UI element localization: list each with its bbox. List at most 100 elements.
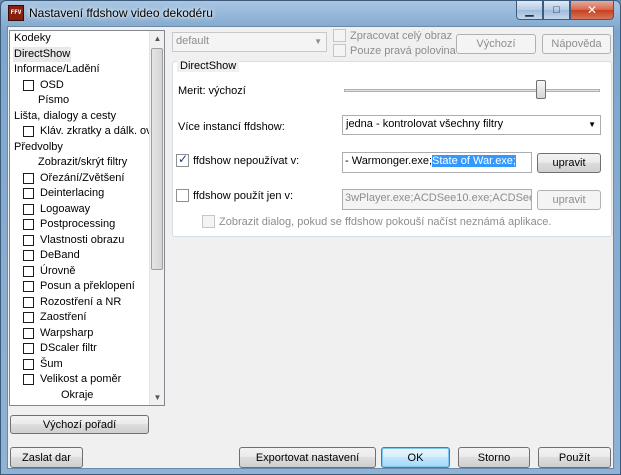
right-half-checkbox[interactable]: Pouze pravá polovina <box>333 44 456 57</box>
process-whole-label: Zpracovat celý obraz <box>350 29 453 42</box>
tree-item[interactable]: Warpsharp <box>10 326 150 342</box>
tree-item-label: Velikost a poměr <box>40 373 122 385</box>
tree-item-label: Postprocessing <box>40 218 116 230</box>
tree-list: Kodeky DirectShow Informace/Ladění OSD Písmo… <box>10 31 150 403</box>
tree-item[interactable]: Posun a překlopení <box>10 279 150 295</box>
tree-item-checkbox[interactable] <box>23 327 34 339</box>
tree-item-checkbox[interactable] <box>23 358 34 370</box>
unknown-app-dialog-label: Zobrazit dialog, pokud se ffdshow pokouš… <box>219 215 552 228</box>
tree-item[interactable]: Informace/Ladění <box>10 62 150 78</box>
tree-item-label: Informace/Ladění <box>14 63 100 75</box>
dontuse-edit-button[interactable]: upravit <box>537 153 601 173</box>
window-title: Nastavení ffdshow video dekodéru <box>29 6 213 20</box>
tree-item-label: Předvolby <box>14 140 63 153</box>
tree-item-checkbox[interactable] <box>23 312 34 323</box>
scroll-thumb[interactable] <box>151 48 163 270</box>
export-settings-button[interactable]: Exportovat nastavení <box>239 447 376 468</box>
tree-scrollbar[interactable]: ▲ ▼ <box>149 31 164 405</box>
title-bar[interactable]: FFV Nastavení ffdshow video dekodéru ▁ □… <box>1 1 620 26</box>
help-button[interactable]: Nápověda <box>542 34 611 54</box>
checkbox-box <box>333 44 346 57</box>
tree-item[interactable]: Logoaway <box>10 202 150 218</box>
tree-item-checkbox[interactable] <box>23 265 34 277</box>
tree-item-checkbox[interactable] <box>23 296 34 308</box>
tree-item-label: Logoaway <box>40 202 91 215</box>
tree-item[interactable]: OSD <box>10 78 150 94</box>
tree-item[interactable]: DeBand <box>10 248 150 264</box>
tree-item-label: DeBand <box>40 249 80 261</box>
donate-button[interactable]: Zaslat dar <box>10 447 83 468</box>
tree-item-label: DScaler filtr <box>40 342 97 354</box>
apply-button[interactable]: Použít <box>538 447 611 468</box>
checkbox-box: ✓ <box>176 152 189 167</box>
tree-item[interactable]: Předvolby <box>10 140 150 156</box>
tree-item-checkbox[interactable] <box>23 343 34 354</box>
tree-item-label: Zobrazit/skrýt filtry <box>38 156 128 168</box>
preset-value: default <box>176 35 210 47</box>
dontuse-checkbox[interactable]: ✓ ffdshow nepoužívat v: <box>176 152 300 167</box>
tree-item[interactable]: Postprocessing <box>10 217 150 233</box>
tree-item-checkbox[interactable] <box>23 219 34 230</box>
ok-button[interactable]: OK <box>381 447 450 468</box>
process-whole-checkbox[interactable]: Zpracovat celý obraz <box>333 29 452 42</box>
tree-item-checkbox[interactable] <box>23 250 34 261</box>
maximize-button[interactable]: □ <box>543 1 570 20</box>
tree-item[interactable]: Kodeky <box>10 31 150 47</box>
merit-slider-track[interactable] <box>344 89 600 92</box>
settings-tree[interactable]: Kodeky DirectShow Informace/Ladění OSD Písmo… <box>9 30 165 406</box>
maximize-icon: □ <box>553 4 560 16</box>
checkmark-icon: ✓ <box>178 152 189 166</box>
tree-item[interactable]: Šum <box>10 357 150 373</box>
tree-item-checkbox[interactable] <box>23 374 34 385</box>
tree-item[interactable]: Vlastnosti obrazu <box>10 233 150 249</box>
multi-instance-label: Více instancí ffdshow: <box>178 121 285 133</box>
tree-item[interactable]: Zaostření <box>10 310 150 326</box>
tree-item[interactable]: DirectShow <box>10 46 150 63</box>
checkbox-box <box>202 215 215 228</box>
reset-order-button[interactable]: Výchozí pořadí <box>10 415 149 434</box>
tree-item-checkbox[interactable] <box>23 281 34 292</box>
chevron-down-icon: ▼ <box>588 120 596 129</box>
ffdshow-app-icon[interactable]: FFV <box>8 5 24 21</box>
scroll-down-icon[interactable]: ▼ <box>150 390 164 405</box>
dialog-window: FFV Nastavení ffdshow video dekodéru ▁ □… <box>0 0 621 475</box>
tree-item-checkbox[interactable] <box>23 188 34 199</box>
tree-item[interactable]: Úrovně <box>10 264 150 280</box>
tree-item-label: Vlastnosti obrazu <box>40 233 125 246</box>
dontuse-textbox[interactable]: - Warmonger.exe;State of War.exe; <box>342 152 532 173</box>
dontuse-text-selected: State of War.exe; <box>432 155 516 167</box>
tree-item[interactable]: Zobrazit/skrýt filtry <box>10 155 150 171</box>
onlyuse-textbox[interactable]: 3wPlayer.exe;ACDSee10.exe;ACDSee <box>342 189 532 210</box>
preset-select[interactable]: default ▼ <box>172 32 327 52</box>
multi-instance-select[interactable]: jedna - kontrolovat všechny filtry ▼ <box>342 115 601 135</box>
tree-item[interactable]: Kláv. zkratky a dálk. ovl. <box>10 124 150 140</box>
tree-item-checkbox[interactable] <box>23 203 34 215</box>
close-button[interactable]: ✕ <box>570 1 614 20</box>
multi-instance-value: jedna - kontrolovat všechny filtry <box>346 118 504 130</box>
minimize-button[interactable]: ▁ <box>516 1 543 20</box>
tree-item[interactable]: Písmo <box>10 93 150 109</box>
tree-item-checkbox[interactable] <box>23 172 34 184</box>
tree-item[interactable]: Velikost a poměr <box>10 372 150 388</box>
tree-item-checkbox[interactable] <box>23 79 34 91</box>
tree-item-checkbox[interactable] <box>23 126 34 137</box>
tree-item-label: Deinterlacing <box>40 187 105 199</box>
dialog-client-area: Kodeky DirectShow Informace/Ladění OSD Písmo… <box>7 26 614 469</box>
tree-item[interactable]: DScaler filtr <box>10 341 150 357</box>
merit-slider-thumb[interactable] <box>536 80 547 99</box>
onlyuse-checkbox[interactable]: ffdshow použít jen v: <box>176 189 293 202</box>
tree-item[interactable]: Okraje <box>10 388 150 404</box>
scroll-up-icon[interactable]: ▲ <box>150 31 164 46</box>
default-button[interactable]: Výchozí <box>456 34 536 54</box>
dontuse-label: ffdshow nepoužívat v: <box>193 154 300 167</box>
onlyuse-text: 3wPlayer.exe;ACDSee10.exe;ACDSee <box>345 192 532 204</box>
tree-item[interactable]: Ořezání/Zvětšení <box>10 171 150 187</box>
cancel-button[interactable]: Storno <box>458 447 530 468</box>
onlyuse-edit-button[interactable]: upravit <box>537 190 601 210</box>
tree-item-checkbox[interactable] <box>23 234 34 246</box>
tree-item[interactable]: Rozostření a NR <box>10 295 150 311</box>
tree-item[interactable]: Deinterlacing <box>10 186 150 202</box>
tree-item[interactable]: Lišta, dialogy a cesty <box>10 109 150 125</box>
close-icon: ✕ <box>586 3 598 17</box>
unknown-app-dialog-checkbox[interactable]: Zobrazit dialog, pokud se ffdshow pokouš… <box>202 215 551 228</box>
